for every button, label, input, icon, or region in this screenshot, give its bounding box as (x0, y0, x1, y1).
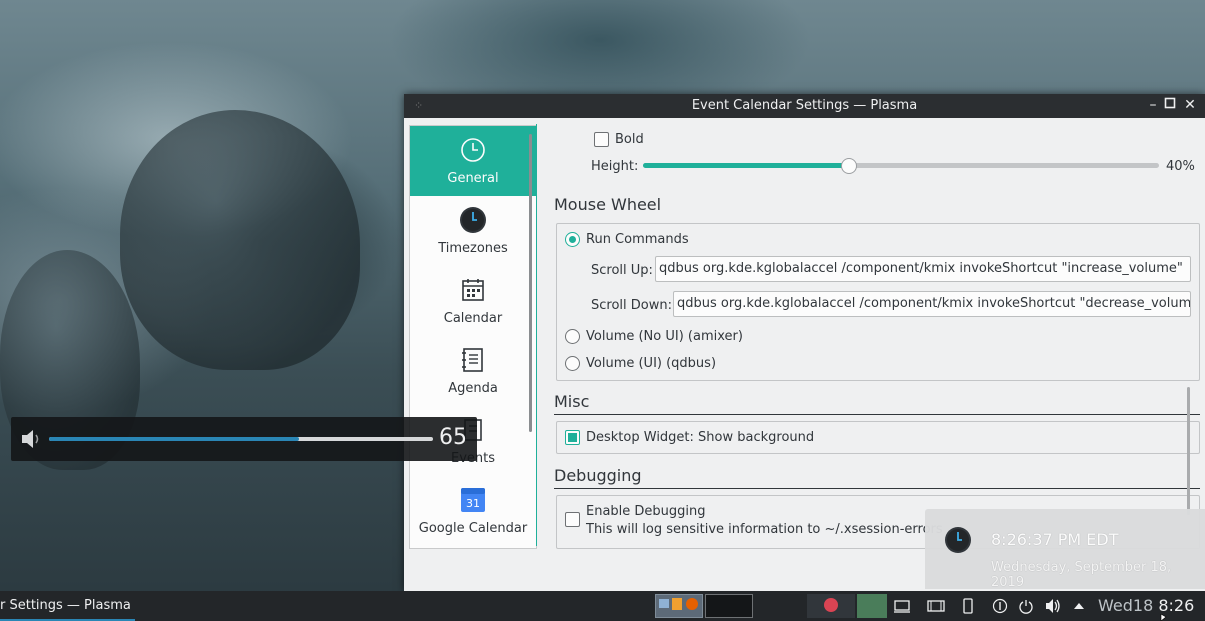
scroll-down-input[interactable]: qdbus org.kde.kglobalaccel /component/km… (673, 291, 1191, 317)
volume-fill (49, 437, 299, 441)
sidebar-scrollbar[interactable] (529, 134, 532, 432)
speaker-icon (22, 430, 39, 448)
misc-divider (554, 414, 1200, 415)
maximize-icon[interactable] (1161, 96, 1179, 114)
content-scrollbar[interactable] (1187, 387, 1190, 515)
window-title: Event Calendar Settings — Plasma (691, 98, 918, 113)
volume-osd: 65 (11, 417, 477, 461)
power-icon[interactable] (1018, 598, 1034, 614)
agenda-icon (462, 348, 483, 372)
sidebar-item-timezones[interactable]: Timezones (410, 196, 536, 266)
sidebar-item-agenda[interactable]: Agenda (410, 336, 536, 406)
taskbar: r Settings — Plasma Wed18 8:26 (0, 591, 1205, 621)
sidebar-item-label: Google Calendar (418, 521, 528, 536)
sidebar-item-label: Timezones (438, 241, 508, 256)
notifications-icon[interactable] (992, 598, 1008, 614)
app-icon (672, 598, 682, 610)
screen-icon[interactable] (894, 598, 910, 614)
notification-time: 8:26:37 PM EDT (991, 530, 1119, 549)
timezone-clock-icon (945, 527, 971, 553)
show-background-checkbox[interactable] (565, 430, 580, 445)
debugging-title: Debugging (554, 466, 642, 485)
display-icon[interactable] (927, 598, 945, 614)
volume-value: 65 (439, 425, 467, 450)
settings-sidebar: General Timezones Calendar Agenda 31 Goo… (409, 125, 537, 549)
google-calendar-icon: 31 (461, 488, 485, 512)
window-titlebar[interactable]: ⁘ Event Calendar Settings — Plasma – ✕ (404, 94, 1205, 118)
height-slider-handle[interactable] (841, 158, 857, 174)
qdbus-label: Volume (UI) (qdbus) (586, 356, 717, 371)
sidebar-item-label: Calendar (443, 311, 503, 326)
folder-icon (659, 599, 669, 608)
bold-checkbox[interactable] (594, 132, 609, 147)
pager-desktop-4[interactable] (857, 594, 887, 618)
sidebar-item-label: General (447, 171, 499, 186)
enable-debugging-description: This will log sensitive information to ~… (586, 522, 943, 537)
height-label: Height: (591, 159, 639, 174)
sidebar-accent-line (536, 124, 537, 546)
sidebar-item-general[interactable]: General (410, 126, 536, 196)
minimize-icon[interactable]: – (1144, 96, 1162, 114)
qdbus-radio[interactable] (565, 356, 580, 371)
pager-desktop-2[interactable] (705, 594, 753, 618)
height-slider-fill (643, 163, 849, 168)
show-background-label: Desktop Widget: Show background (586, 430, 815, 445)
height-value: 40% (1166, 159, 1195, 174)
mouse-wheel-title: Mouse Wheel (554, 195, 662, 214)
phone-icon[interactable] (960, 598, 976, 614)
amixer-radio[interactable] (565, 329, 580, 344)
sidebar-item-label: Agenda (448, 381, 498, 396)
pager-desktop-1[interactable] (655, 594, 703, 618)
google-calendar-day: 31 (466, 497, 480, 510)
scroll-up-label: Scroll Up: (591, 263, 653, 278)
scroll-up-input[interactable]: qdbus org.kde.kglobalaccel /component/km… (655, 256, 1191, 282)
amixer-label: Volume (No UI) (amixer) (586, 329, 743, 344)
debugging-divider (554, 488, 1200, 489)
mouse-cursor-icon (1160, 614, 1167, 621)
clock-notification[interactable]: 8:26:37 PM EDT Wednesday, September 18, … (925, 509, 1205, 590)
tray-expand-icon[interactable] (1071, 598, 1087, 614)
task-settings-window[interactable]: r Settings — Plasma (0, 591, 135, 621)
app-badge-icon (824, 598, 838, 612)
clock-time: 8:26 (1158, 596, 1195, 615)
run-commands-label: Run Commands (586, 232, 689, 247)
pager-desktop-3[interactable] (807, 594, 855, 618)
misc-title: Misc (554, 392, 590, 411)
enable-debugging-label: Enable Debugging (586, 504, 706, 519)
scroll-down-label: Scroll Down: (591, 298, 672, 313)
sidebar-item-calendar[interactable]: Calendar (410, 266, 536, 336)
bold-label: Bold (615, 132, 644, 147)
task-label: r Settings — Plasma (0, 598, 131, 613)
sidebar-item-google-calendar[interactable]: 31 Google Calendar (410, 476, 536, 546)
notification-date: Wednesday, September 18, 2019 (991, 560, 1172, 590)
timezone-clock-icon (460, 207, 486, 233)
calendar-icon (462, 279, 484, 301)
clock-day: Wed18 (1098, 596, 1154, 615)
close-icon[interactable]: ✕ (1181, 96, 1199, 114)
clock-icon (461, 138, 485, 162)
firefox-icon (686, 598, 698, 610)
volume-icon[interactable] (1044, 598, 1060, 614)
enable-debugging-checkbox[interactable] (565, 512, 580, 527)
taskbar-clock[interactable]: Wed18 8:26 (1098, 596, 1194, 615)
run-commands-radio[interactable] (565, 232, 580, 247)
